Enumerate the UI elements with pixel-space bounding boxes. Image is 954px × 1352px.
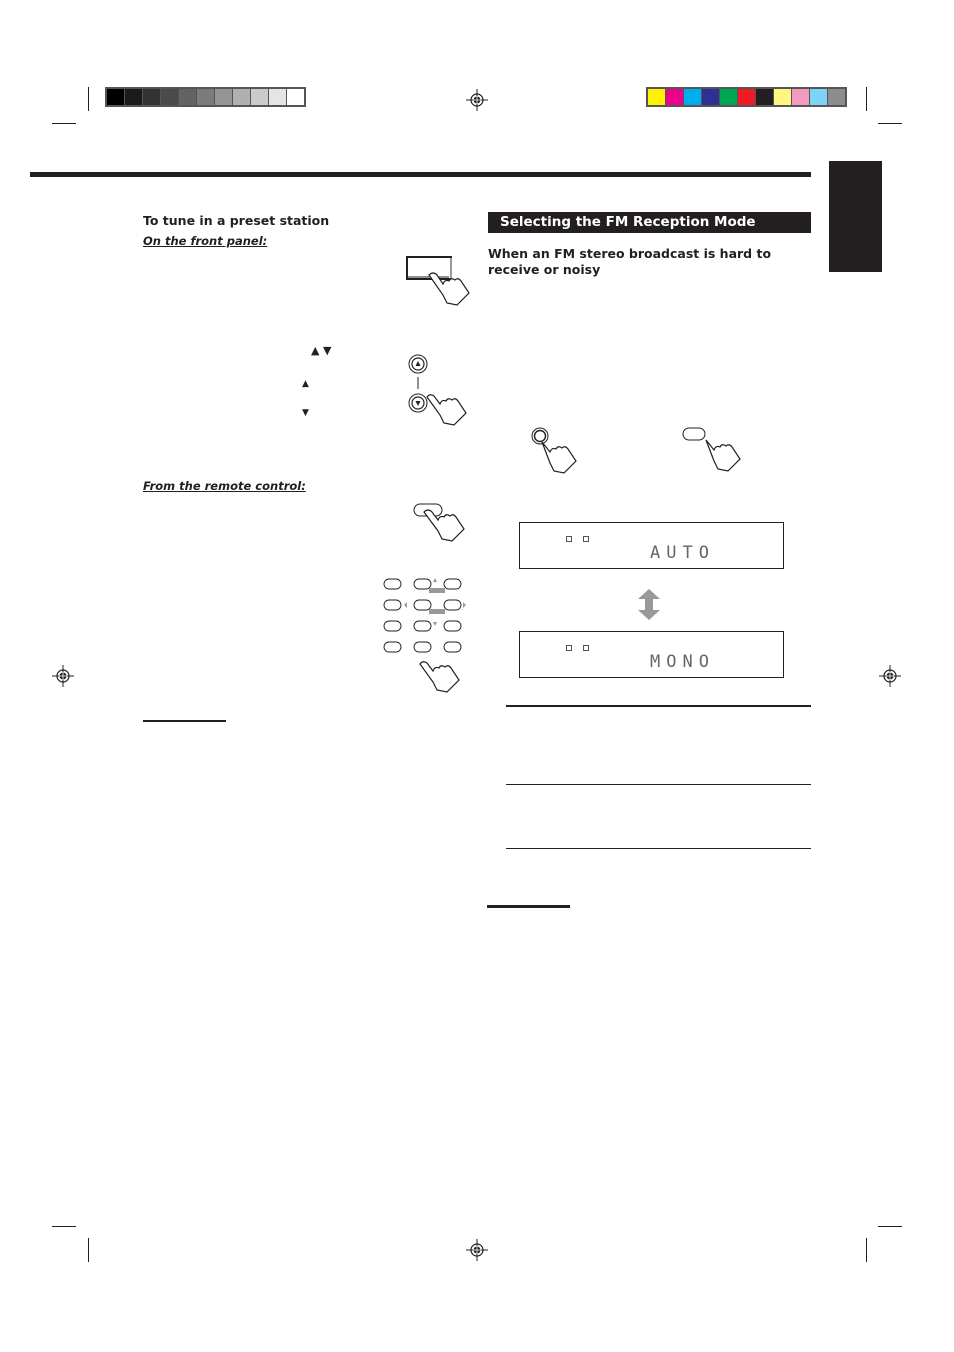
grayscale-color-bar <box>105 87 306 107</box>
up-arrow-text: ▲ <box>302 379 309 389</box>
color-swatch <box>828 89 845 105</box>
crop-mark <box>866 87 867 111</box>
display-indicator <box>583 645 589 651</box>
display-mono-panel: MONO <box>519 631 784 678</box>
display-auto-panel: AUTO <box>519 522 784 569</box>
note-rule <box>487 905 570 908</box>
display-indicator <box>566 536 572 542</box>
color-swatch <box>215 89 232 105</box>
color-swatch <box>197 89 214 105</box>
color-swatch <box>738 89 755 105</box>
color-swatch <box>774 89 791 105</box>
crop-mark <box>88 1238 89 1262</box>
color-swatch <box>233 89 250 105</box>
color-swatch <box>269 89 286 105</box>
display-indicator <box>583 536 589 542</box>
header-rule <box>30 172 811 177</box>
color-swatch <box>648 89 665 105</box>
language-tab <box>829 161 882 272</box>
registration-mark-icon <box>466 89 488 111</box>
remote-keypad-hand-icon <box>383 578 466 693</box>
registration-mark-icon <box>879 665 901 687</box>
crop-mark <box>878 123 902 124</box>
color-swatch <box>792 89 809 105</box>
display-mono-text: MONO <box>650 652 715 672</box>
table-top-rule <box>506 705 811 707</box>
fm-mode-knob-hand-icon <box>531 427 577 474</box>
preset-up-down-buttons-hand-icon <box>408 354 467 426</box>
fm-mode-remote-button-hand-icon <box>682 427 741 472</box>
crop-mark <box>52 1226 76 1227</box>
color-swatch <box>666 89 683 105</box>
front-panel-label: On the front panel: <box>143 234 268 248</box>
color-swatch <box>107 89 124 105</box>
process-color-bar <box>646 87 847 107</box>
toggle-double-arrow-icon <box>638 589 660 620</box>
down-arrow-text: ▼ <box>302 408 309 418</box>
color-swatch <box>756 89 773 105</box>
color-swatch <box>161 89 178 105</box>
color-swatch <box>125 89 142 105</box>
section-title: Selecting the FM Reception Mode <box>488 212 811 233</box>
up-down-arrows-text: ▲ ▼ <box>311 344 332 357</box>
note-rule <box>143 720 226 722</box>
crop-mark <box>52 123 76 124</box>
color-swatch <box>179 89 196 105</box>
crop-mark <box>878 1226 902 1227</box>
color-swatch <box>720 89 737 105</box>
color-swatch <box>684 89 701 105</box>
crop-mark <box>88 87 89 111</box>
registration-mark-icon <box>466 1239 488 1261</box>
display-auto-text: AUTO <box>650 543 715 563</box>
color-swatch <box>287 89 304 105</box>
registration-mark-icon <box>52 665 74 687</box>
preset-station-heading: To tune in a preset station <box>143 213 330 228</box>
color-swatch <box>143 89 160 105</box>
table-row-rule <box>506 784 811 785</box>
remote-control-label: From the remote control: <box>143 479 306 493</box>
color-swatch <box>702 89 719 105</box>
table-bottom-rule <box>506 848 811 849</box>
remote-button-hand-icon <box>413 503 465 542</box>
color-swatch <box>251 89 268 105</box>
front-panel-button-hand-icon <box>406 256 470 306</box>
color-swatch <box>810 89 827 105</box>
crop-mark <box>866 1238 867 1262</box>
subheading: When an FM stereo broadcast is hard to r… <box>488 246 772 277</box>
display-indicator <box>566 645 572 651</box>
